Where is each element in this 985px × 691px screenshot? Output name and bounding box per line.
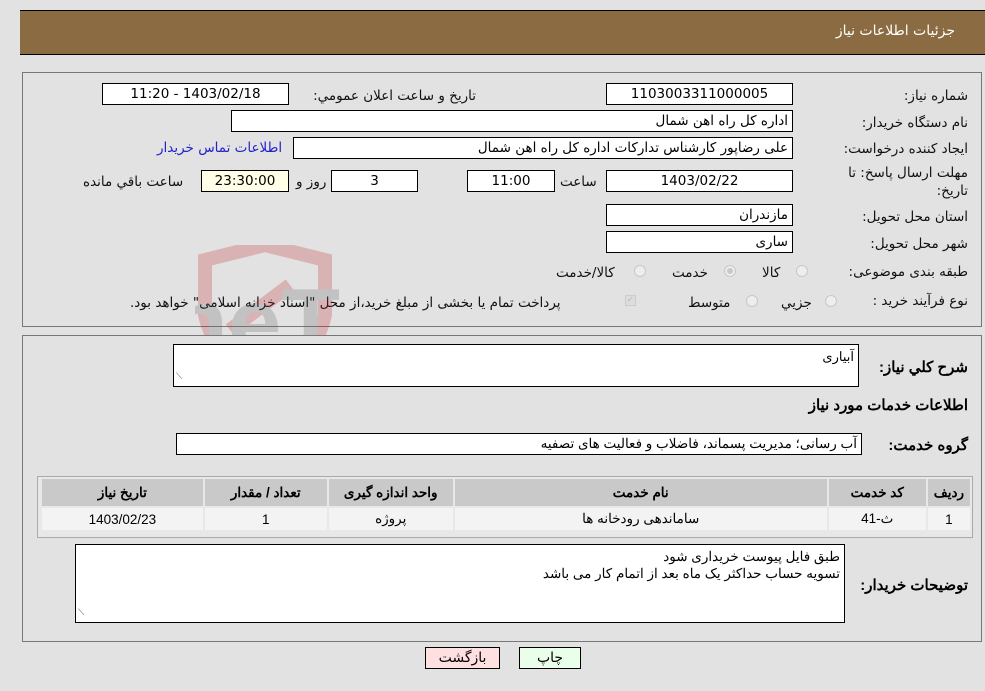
purchase-type-label: نوع فرآیند خرید : — [872, 293, 968, 309]
page-header: جزئیات اطلاعات نیاز — [20, 10, 985, 55]
services-heading: اطلاعات خدمات مورد نیاز — [808, 397, 968, 414]
services-table: ردیف کد خدمت نام خدمت واحد اندازه گیری ت… — [40, 477, 972, 532]
resize-grip-icon[interactable]: ⟋ — [78, 604, 84, 621]
col-service-code: کد خدمت — [828, 479, 926, 506]
purchase-minor-radio[interactable] — [825, 295, 837, 307]
service-group-label: گروه خدمت: — [888, 437, 968, 454]
treasury-note: پرداخت تمام یا بخشی از مبلغ خرید،از محل … — [130, 295, 561, 311]
remaining-time-field: 23:30:00 — [201, 170, 289, 192]
deadline-label-line1: مهلت ارسال پاسخ: تا — [848, 165, 968, 181]
col-unit: واحد اندازه گیری — [328, 479, 453, 506]
province-field[interactable]: مازندران — [606, 204, 793, 226]
category-goods-radio[interactable] — [796, 265, 808, 277]
remaining-days-field[interactable]: 3 — [331, 170, 418, 192]
services-table-wrap: ردیف کد خدمت نام خدمت واحد اندازه گیری ت… — [37, 476, 973, 538]
buyer-notes-line-2: تسویه حساب حداکثر یک ماه بعد از اتمام کا… — [542, 566, 840, 581]
requester-field[interactable]: علی رضاپور کارشناس تدارکات اداره کل راه … — [293, 137, 793, 159]
summary-text: آبیاری — [822, 349, 854, 364]
col-quantity: تعداد / مقدار — [204, 479, 327, 506]
buyer-notes-label: توضیحات خریدار: — [860, 577, 968, 594]
cell-unit: پروژه — [328, 508, 453, 530]
summary-label: شرح کلي نیاز: — [879, 359, 968, 376]
deadline-date-field[interactable]: 1403/02/22 — [606, 170, 793, 192]
deadline-time-field[interactable]: 11:00 — [467, 170, 555, 192]
treasury-checkbox[interactable]: ✓ — [625, 295, 636, 306]
col-service-name: نام خدمت — [454, 479, 827, 506]
buyer-contact-link[interactable]: اطلاعات تماس خریدار — [157, 140, 282, 156]
announce-datetime-field[interactable]: 1403/02/18 - 11:20 — [102, 83, 289, 105]
service-group-field[interactable]: آب رسانی؛ مدیریت پسماند، فاضلاب و فعالیت… — [176, 433, 862, 455]
category-goods-service-radio[interactable] — [634, 265, 646, 277]
summary-textarea[interactable]: آبیاری ⟋ — [173, 344, 859, 387]
need-number-label: شماره نیاز: — [903, 88, 968, 104]
cell-service-code: ث-41 — [828, 508, 926, 530]
city-label: شهر محل تحویل: — [870, 236, 968, 252]
category-goods-label: کالا — [762, 265, 781, 281]
page-title: جزئیات اطلاعات نیاز — [835, 23, 955, 39]
province-label: استان محل تحویل: — [862, 209, 968, 225]
col-row-number: ردیف — [927, 479, 970, 506]
cell-service-name: ساماندهی رودخانه ها — [454, 508, 827, 530]
table-header-row: ردیف کد خدمت نام خدمت واحد اندازه گیری ت… — [42, 479, 970, 506]
deadline-label-line2: تاریخ: — [936, 183, 968, 199]
purchase-medium-label: متوسط — [688, 295, 731, 311]
buyer-notes-line-1: طبق فایل پیوست خریداری شود — [663, 549, 840, 564]
requester-label: ایجاد کننده درخواست: — [843, 141, 968, 157]
buyer-org-field[interactable]: اداره کل راه اهن شمال — [231, 110, 793, 132]
category-service-radio[interactable] — [724, 265, 736, 277]
city-field[interactable]: ساری — [606, 231, 793, 253]
category-goods-service-label: کالا/خدمت — [556, 265, 615, 281]
category-label: طبقه بندی موضوعی: — [848, 264, 968, 280]
table-row: 1 ث-41 ساماندهی رودخانه ها پروژه 1 1403/… — [42, 508, 970, 530]
need-number-field[interactable]: 1103003311000005 — [606, 83, 793, 105]
print-button[interactable]: چاپ — [519, 647, 581, 669]
buyer-org-label: نام دستگاه خریدار: — [861, 115, 968, 131]
announce-datetime-label: تاریخ و ساعت اعلان عمومي: — [313, 88, 476, 104]
cell-need-date: 1403/02/23 — [42, 508, 203, 530]
resize-grip-icon[interactable]: ⟋ — [176, 368, 182, 385]
deadline-time-label: ساعت — [560, 174, 597, 190]
purchase-medium-radio[interactable] — [746, 295, 758, 307]
category-service-label: خدمت — [672, 265, 708, 281]
buyer-notes-textarea[interactable]: طبق فایل پیوست خریداری شود تسویه حساب حد… — [75, 544, 845, 623]
days-label: روز و — [296, 174, 327, 190]
cell-quantity: 1 — [204, 508, 327, 530]
purchase-minor-label: جزيي — [781, 295, 812, 311]
col-need-date: تاریخ نیاز — [42, 479, 203, 506]
back-button[interactable]: بازگشت — [425, 647, 500, 669]
remaining-time-label: ساعت باقي مانده — [83, 174, 184, 190]
cell-row-number: 1 — [927, 508, 970, 530]
